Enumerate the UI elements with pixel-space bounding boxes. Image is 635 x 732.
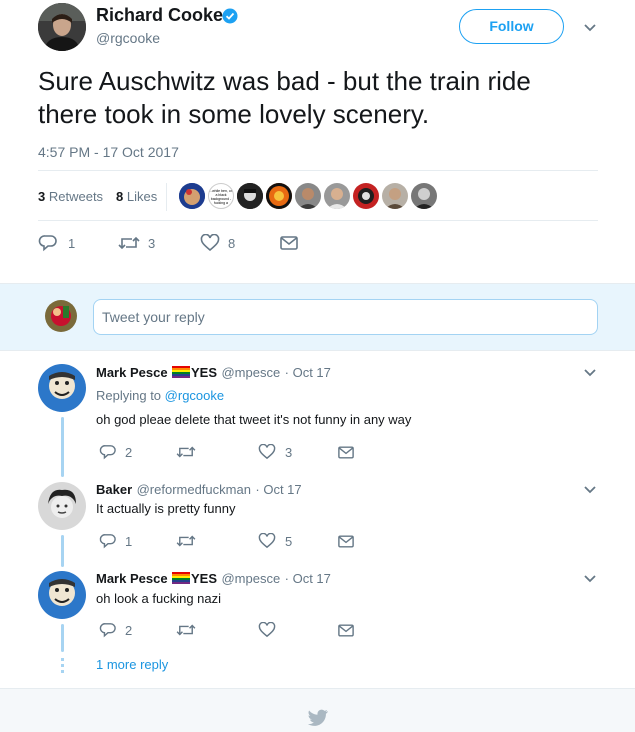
verified-badge-icon <box>222 8 238 24</box>
likes-count: 8 <box>116 189 124 204</box>
liker-avatar[interactable] <box>382 183 408 209</box>
thread-line <box>61 624 64 652</box>
retweet-action[interactable]: 3 <box>118 234 168 254</box>
liker-avatar[interactable] <box>324 183 350 209</box>
stats-separator <box>166 183 167 211</box>
tweet-timestamp[interactable]: 4:57 PM - 17 Oct 2017 <box>38 144 179 160</box>
liker-avatar[interactable] <box>353 183 379 209</box>
reply-input-placeholder: Tweet your reply <box>102 309 205 325</box>
reply-time[interactable]: · Oct 17 <box>255 482 301 497</box>
heart-icon[interactable] <box>258 444 276 460</box>
reply-input[interactable]: Tweet your reply <box>93 299 598 335</box>
reply-time[interactable]: · Oct 17 <box>285 365 331 380</box>
liker-avatar-text: ...while ben, on a black background - fu… <box>209 189 233 205</box>
reply-avatar[interactable] <box>38 571 86 619</box>
author-handle[interactable]: @rgcooke <box>96 30 160 46</box>
message-icon[interactable] <box>280 236 298 250</box>
divider <box>38 220 598 221</box>
heart-icon[interactable] <box>258 622 276 638</box>
liker-avatar[interactable] <box>266 183 292 209</box>
reply-author-handle[interactable]: @reformedfuckman <box>137 482 251 497</box>
likes-label: Likes <box>126 189 158 204</box>
follow-button[interactable]: Follow <box>459 9 564 44</box>
message-icon[interactable] <box>338 446 354 459</box>
twitter-bird-icon <box>307 709 328 726</box>
replying-to: Replying to @rgcooke <box>96 388 224 403</box>
footer <box>0 688 635 732</box>
chevron-down-icon[interactable] <box>583 485 597 495</box>
rainbow-flag-icon <box>172 572 191 584</box>
retweet-icon[interactable] <box>176 444 196 460</box>
retweets-label: Retweets <box>48 189 104 204</box>
replying-to-label: Replying to <box>96 388 162 403</box>
reply-header: Baker @reformedfuckman · Oct 17 <box>96 481 302 499</box>
like-count: 8 <box>228 236 236 251</box>
reply-avatar[interactable] <box>38 364 86 412</box>
reply-header: Mark Pesce YES @mpesce · Oct 17 <box>96 364 331 382</box>
thread-line <box>61 535 64 567</box>
thread-dots <box>61 658 64 676</box>
reply-text: oh god pleae delete that tweet it's not … <box>96 412 412 427</box>
reply-icon[interactable] <box>99 622 117 638</box>
reply-text: It actually is pretty funny <box>96 501 236 516</box>
retweet-stats[interactable]: 3 Retweets <box>38 189 103 204</box>
author-name[interactable]: Richard Cooke <box>96 5 223 26</box>
reply-header: Mark Pesce YES @mpesce · Oct 17 <box>96 570 331 588</box>
like-action[interactable]: 8 <box>200 234 250 254</box>
retweets-count: 3 <box>38 189 46 204</box>
liker-avatar[interactable] <box>295 183 321 209</box>
reply-author-name[interactable]: Baker <box>96 482 132 497</box>
tweet-text-line-2: there took in some lovely scenery. <box>38 99 430 129</box>
liker-avatar[interactable]: ...while ben, on a black background - fu… <box>208 183 234 209</box>
author-avatar[interactable] <box>38 3 86 51</box>
tweet-text-line-1: Sure Auschwitz was bad - but the train r… <box>38 66 531 96</box>
reply-action[interactable]: 1 <box>38 234 88 254</box>
reply-actions: 2 3 <box>96 444 396 462</box>
reply-icon <box>38 235 57 252</box>
liker-avatar[interactable] <box>237 183 263 209</box>
thread-line <box>61 417 64 477</box>
liker-avatar[interactable] <box>411 183 437 209</box>
liker-avatar[interactable] <box>179 183 205 209</box>
reply-text: oh look a fucking nazi <box>96 591 222 606</box>
retweet-icon[interactable] <box>176 622 196 638</box>
reply-actions: 1 5 <box>96 533 396 551</box>
reply-author-handle[interactable]: @mpesce <box>221 365 280 380</box>
reply-actions: 2 <box>96 622 396 640</box>
like-count: 5 <box>285 534 293 549</box>
reply-author-name[interactable]: Mark Pesce <box>96 571 168 586</box>
message-icon[interactable] <box>338 624 354 637</box>
divider <box>38 170 598 171</box>
reply-author-handle[interactable]: @mpesce <box>221 571 280 586</box>
chevron-down-icon[interactable] <box>583 574 597 584</box>
message-icon[interactable] <box>338 535 354 548</box>
like-stats[interactable]: 8 Likes <box>116 189 157 204</box>
retweet-count: 3 <box>148 236 156 251</box>
rainbow-flag-icon <box>172 366 191 378</box>
like-count: 3 <box>285 445 293 460</box>
heart-icon[interactable] <box>258 533 276 549</box>
reply-time[interactable]: · Oct 17 <box>285 571 331 586</box>
reply-composer: Tweet your reply <box>0 283 635 351</box>
reply-count: 2 <box>125 623 133 638</box>
reply-author-name[interactable]: Mark Pesce <box>96 365 168 380</box>
heart-icon <box>200 234 220 252</box>
more-replies-link[interactable]: 1 more reply <box>96 657 168 672</box>
chevron-down-icon[interactable] <box>583 368 597 378</box>
reply-icon[interactable] <box>99 444 117 460</box>
reply-count: 2 <box>125 445 133 460</box>
retweet-icon <box>118 236 140 250</box>
chevron-down-icon[interactable] <box>583 23 597 33</box>
reply-author-suffix: YES <box>191 571 218 586</box>
reply-count: 1 <box>125 534 133 549</box>
reply-count: 1 <box>68 236 76 251</box>
retweet-icon[interactable] <box>176 533 196 549</box>
replying-to-handle[interactable]: @rgcooke <box>165 388 224 403</box>
current-user-avatar <box>45 300 77 332</box>
reply-author-suffix: YES <box>191 365 218 380</box>
reply-icon[interactable] <box>99 533 117 549</box>
reply-avatar[interactable] <box>38 482 86 530</box>
